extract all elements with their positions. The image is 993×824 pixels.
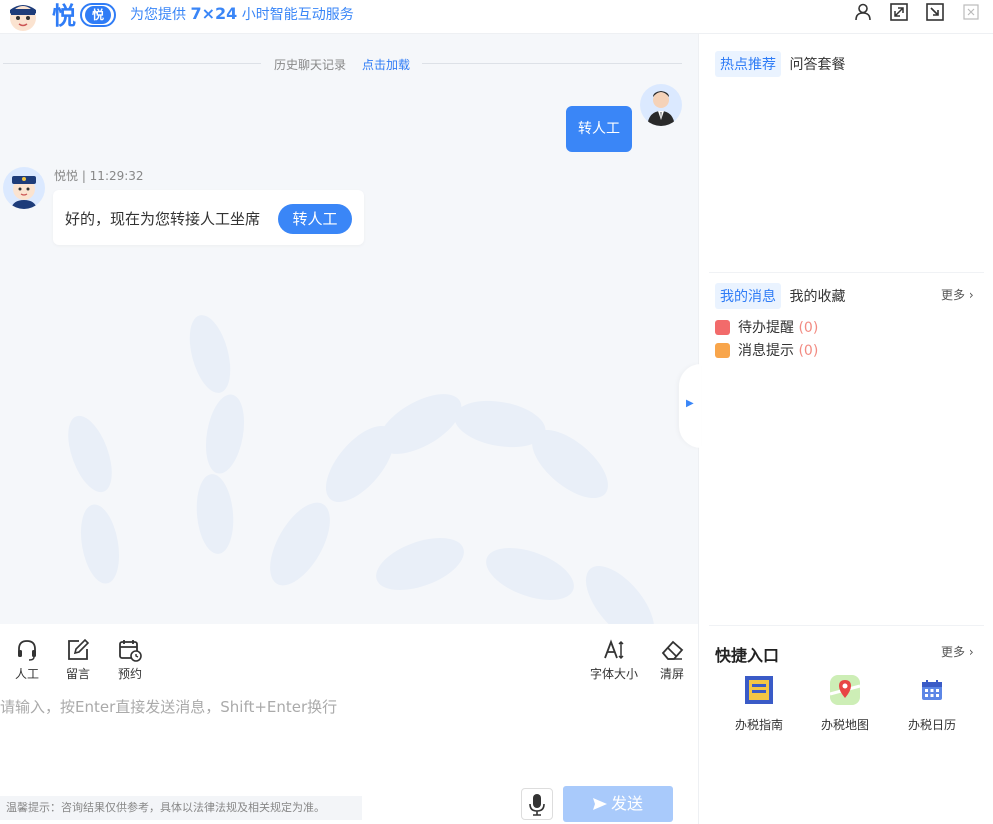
font-size-icon — [604, 639, 624, 660]
message-tabs: 我的消息 我的收藏 — [715, 283, 849, 309]
appointment-button[interactable]: 预约 — [100, 638, 160, 682]
bot-message-text: 好的，现在为您转接人工坐席 — [65, 210, 261, 228]
map-icon — [829, 675, 861, 705]
notice-item[interactable]: 消息提示 (0) — [715, 342, 818, 360]
caret-right-icon: ▶ — [686, 398, 694, 409]
edit-icon — [68, 638, 90, 660]
quick-item-map[interactable]: 办税地图 — [805, 674, 885, 733]
load-history-link[interactable]: 点击加载 — [362, 56, 410, 73]
font-size-button[interactable]: 字体大小 — [584, 638, 644, 682]
bot-message-bubble: 好的，现在为您转接人工坐席 转人工 — [53, 190, 364, 245]
message-input[interactable] — [0, 694, 690, 774]
send-label: 发送 — [610, 794, 643, 813]
disclaimer-tip: 温馨提示：咨询结果仅供参考，具体以法律法规及相关规定为准。 — [0, 796, 362, 820]
brand-logo: 悦 — [52, 2, 76, 30]
guide-icon — [745, 676, 773, 704]
more-quick-link[interactable]: 更多 › — [941, 643, 974, 660]
tab-my-favorites[interactable]: 我的收藏 — [785, 283, 849, 309]
message-input-area — [0, 694, 698, 786]
header-bar: 悦 悦 为您提供 7×24 小时智能互动服务 — [0, 0, 993, 34]
more-messages-link[interactable]: 更多 › — [941, 286, 974, 303]
close-icon[interactable] — [961, 2, 981, 22]
clock-icon — [715, 320, 730, 335]
quick-item-calendar[interactable]: 办税日历 — [892, 674, 972, 733]
send-icon — [592, 798, 607, 810]
transfer-human-button[interactable]: 转人工 — [278, 204, 352, 234]
history-label: 历史聊天记录 — [274, 58, 347, 72]
clear-screen-button[interactable]: 清屏 — [642, 638, 702, 682]
service-slogan: 为您提供 7×24 小时智能互动服务 — [130, 4, 354, 23]
mascot-avatar-icon — [10, 5, 36, 31]
tab-my-messages[interactable]: 我的消息 — [715, 283, 781, 309]
tab-hot-recommend[interactable]: 热点推荐 — [715, 51, 781, 77]
calendar-clock-icon — [119, 640, 142, 662]
send-button[interactable]: 发送 — [563, 786, 673, 822]
divider — [709, 625, 984, 626]
bulb-icon — [715, 343, 730, 358]
hot-tabs: 热点推荐 问答套餐 — [715, 51, 849, 77]
bot-message-meta: 悦悦 | 11:29:32 — [54, 169, 144, 183]
businessman-avatar-icon — [647, 91, 675, 126]
eraser-icon — [661, 640, 684, 660]
microphone-icon — [529, 794, 545, 816]
user-avatar — [640, 84, 682, 126]
headset-icon — [18, 640, 36, 661]
collapse-sidebar-toggle[interactable]: ▶ — [679, 364, 701, 448]
divider — [709, 272, 984, 273]
police-avatar-icon — [11, 176, 37, 209]
user-message-bubble: 转人工 — [566, 106, 632, 152]
user-icon[interactable] — [853, 2, 873, 22]
leave-message-button[interactable]: 留言 — [48, 638, 108, 682]
bot-avatar — [3, 167, 45, 209]
right-sidebar: ▶ 热点推荐 问答套餐 我的消息 我的收藏 更多 › 待办提醒 (0) 消息提示… — [679, 34, 993, 824]
tab-qa-package[interactable]: 问答套餐 — [785, 51, 849, 77]
chat-area[interactable]: 历史聊天记录 点击加载 转人工 悦悦 | 11:29:32 好的，现在为您转接人… — [0, 34, 698, 624]
history-divider: 历史聊天记录 点击加载 — [0, 54, 698, 74]
voice-input-button[interactable] — [521, 788, 553, 820]
minimize-icon[interactable] — [925, 2, 945, 22]
wheat-watermark-icon — [68, 315, 655, 624]
expand-icon[interactable] — [889, 2, 909, 22]
brand-badge: 悦 — [80, 3, 116, 27]
chat-toolbar: 人工 留言 预约 字体大小 清屏 — [0, 624, 698, 694]
input-footer: 温馨提示：咨询结果仅供参考，具体以法律法规及相关规定为准。 发送 — [0, 786, 698, 824]
quick-item-guide[interactable]: 办税指南 — [719, 674, 799, 733]
quick-entry-title: 快捷入口 — [715, 646, 780, 665]
todo-reminder-item[interactable]: 待办提醒 (0) — [715, 319, 818, 337]
calendar-icon — [922, 680, 942, 700]
